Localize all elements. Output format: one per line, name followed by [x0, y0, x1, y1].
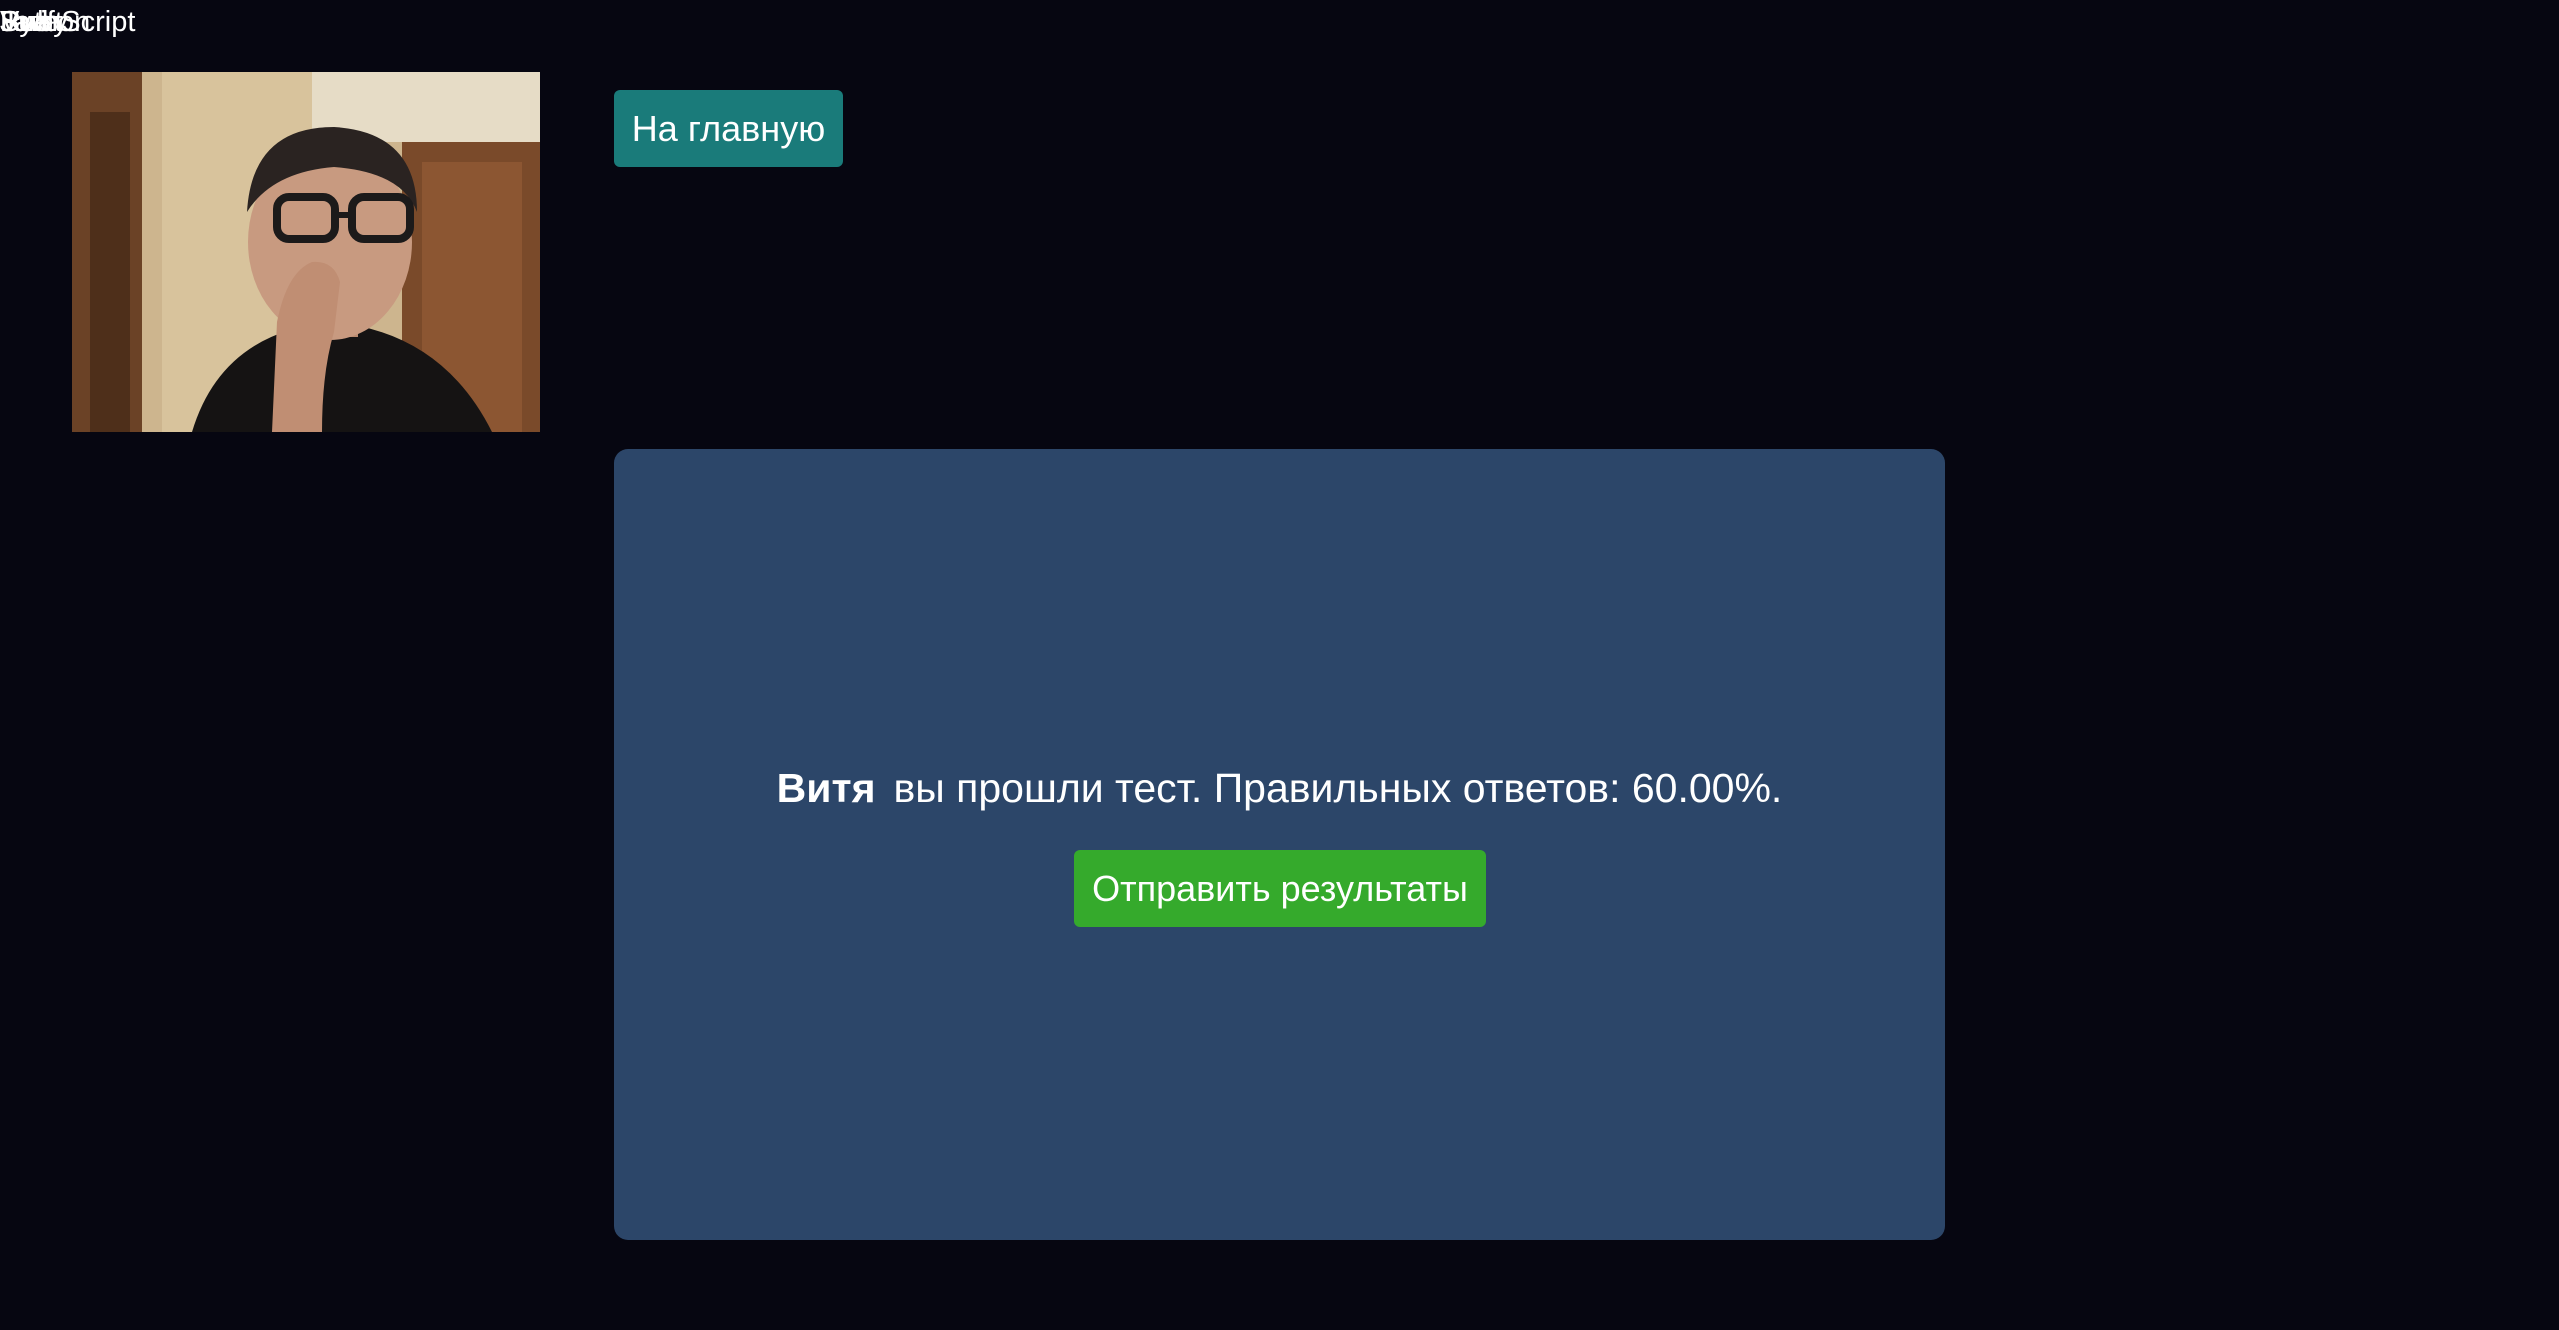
result-message: Витя вы прошли тест. Правильных ответов: … [614, 762, 1945, 814]
home-button[interactable]: На главную [614, 90, 843, 167]
webcam-frame-illustration [72, 72, 540, 432]
user-name: Витя [776, 765, 876, 811]
result-text: вы прошли тест. Правильных ответов: 60.0… [893, 765, 1783, 811]
overlapping-topic-labels: JavaScript Vue Java Python Ruby Swift [0, 4, 200, 40]
topic-label: Swift [0, 6, 63, 38]
send-results-button[interactable]: Отправить результаты [1074, 850, 1486, 927]
result-card: Витя вы прошли тест. Правильных ответов: … [614, 449, 1945, 1240]
webcam-video [72, 72, 540, 432]
